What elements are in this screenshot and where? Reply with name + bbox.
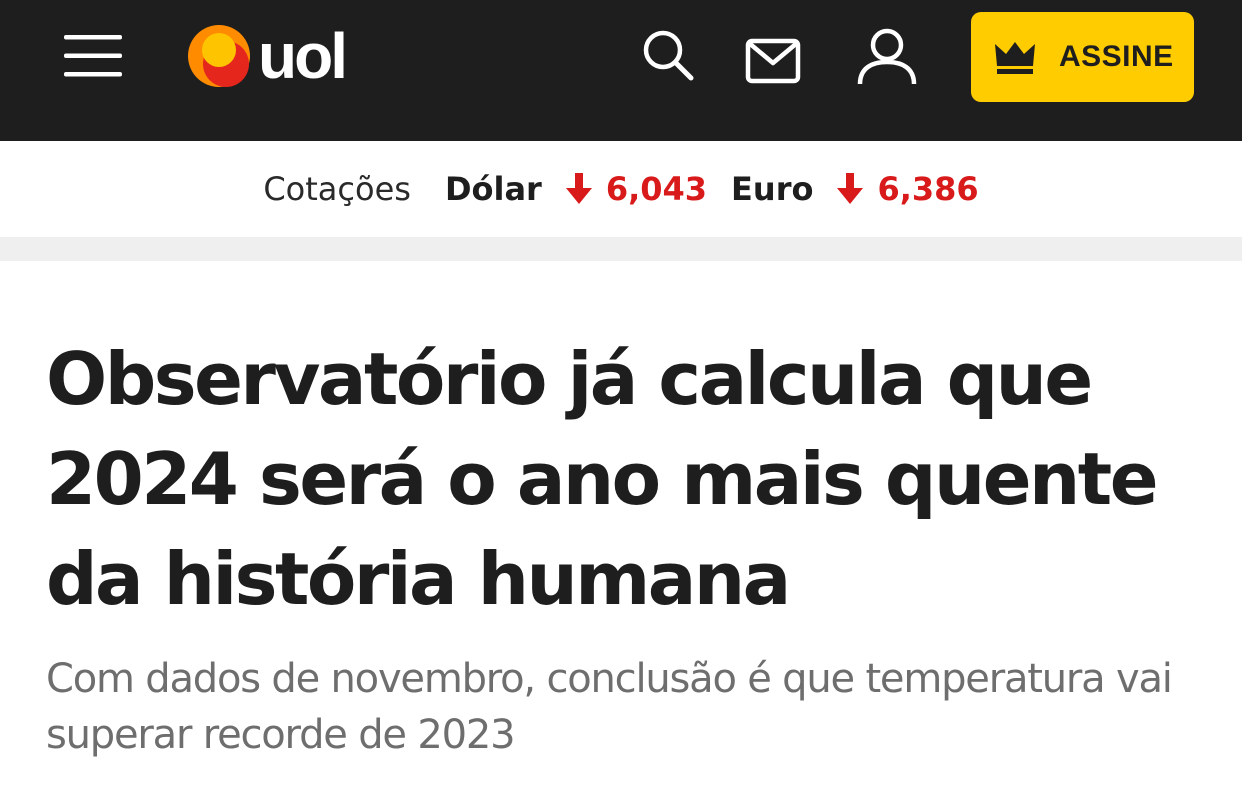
top-navigation-bar: uol ASSINE [0, 0, 1242, 141]
section-divider [0, 237, 1242, 261]
euro-currency-name[interactable]: Euro [731, 170, 813, 208]
menu-icon[interactable] [64, 35, 122, 77]
subscribe-button[interactable]: ASSINE [971, 12, 1194, 102]
article-header: Observatório já calcula que 2024 será o … [0, 329, 1242, 763]
dollar-value[interactable]: 6,043 [606, 170, 707, 208]
quotes-label: Cotações [263, 170, 411, 208]
crown-icon [995, 40, 1035, 74]
currency-quotes-bar: Cotações Dólar 6,043 Euro 6,386 [0, 141, 1242, 237]
down-arrow-icon [565, 173, 592, 205]
article-subtitle: Com dados de novembro, conclusão é que t… [46, 656, 1173, 758]
uol-logo[interactable]: uol [186, 20, 368, 92]
search-icon[interactable] [641, 28, 695, 82]
svg-text:uol: uol [258, 22, 345, 90]
article-headline: Observatório já calcula que 2024 será o … [46, 337, 1159, 621]
user-icon[interactable] [856, 28, 918, 86]
euro-value[interactable]: 6,386 [877, 170, 978, 208]
down-arrow-icon [837, 173, 864, 205]
mail-icon[interactable] [745, 38, 801, 84]
subscribe-label: ASSINE [1059, 40, 1174, 73]
dollar-currency-name[interactable]: Dólar [445, 170, 542, 208]
